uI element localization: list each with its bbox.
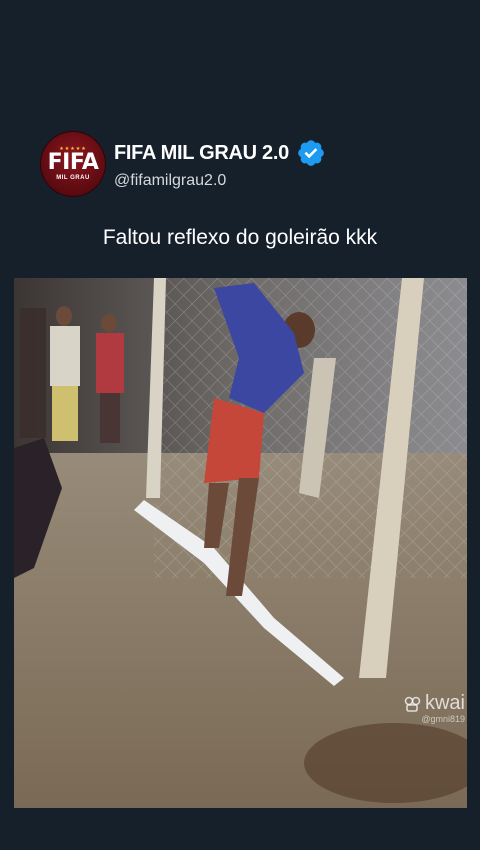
avatar[interactable]: ★★★★★ FIFA MIL GRAU bbox=[40, 131, 106, 197]
kwai-watermark: kwai @gmni819 bbox=[404, 692, 465, 724]
post-header: ★★★★★ FIFA MIL GRAU FIFA MIL GRAU 2.0 @f… bbox=[40, 130, 326, 198]
video-scene bbox=[14, 278, 467, 808]
video-frame[interactable]: kwai @gmni819 bbox=[14, 278, 467, 808]
avatar-logo-text: FIFA bbox=[47, 150, 99, 175]
author-info: FIFA MIL GRAU 2.0 @fifamilgrau2.0 bbox=[114, 138, 326, 190]
kwai-logo-icon bbox=[404, 696, 421, 712]
verified-badge-icon bbox=[298, 140, 324, 166]
name-row: FIFA MIL GRAU 2.0 bbox=[114, 138, 326, 168]
watermark-user: @gmni819 bbox=[421, 714, 465, 724]
avatar-logo-subtext: MIL GRAU bbox=[56, 175, 90, 181]
tweet-post: ★★★★★ FIFA MIL GRAU FIFA MIL GRAU 2.0 @f… bbox=[0, 0, 480, 850]
display-name[interactable]: FIFA MIL GRAU 2.0 bbox=[114, 142, 289, 165]
post-caption: Faltou reflexo do goleirão kkk bbox=[102, 226, 378, 249]
user-handle[interactable]: @fifamilgrau2.0 bbox=[114, 172, 326, 190]
watermark-brand: kwai bbox=[424, 692, 465, 714]
